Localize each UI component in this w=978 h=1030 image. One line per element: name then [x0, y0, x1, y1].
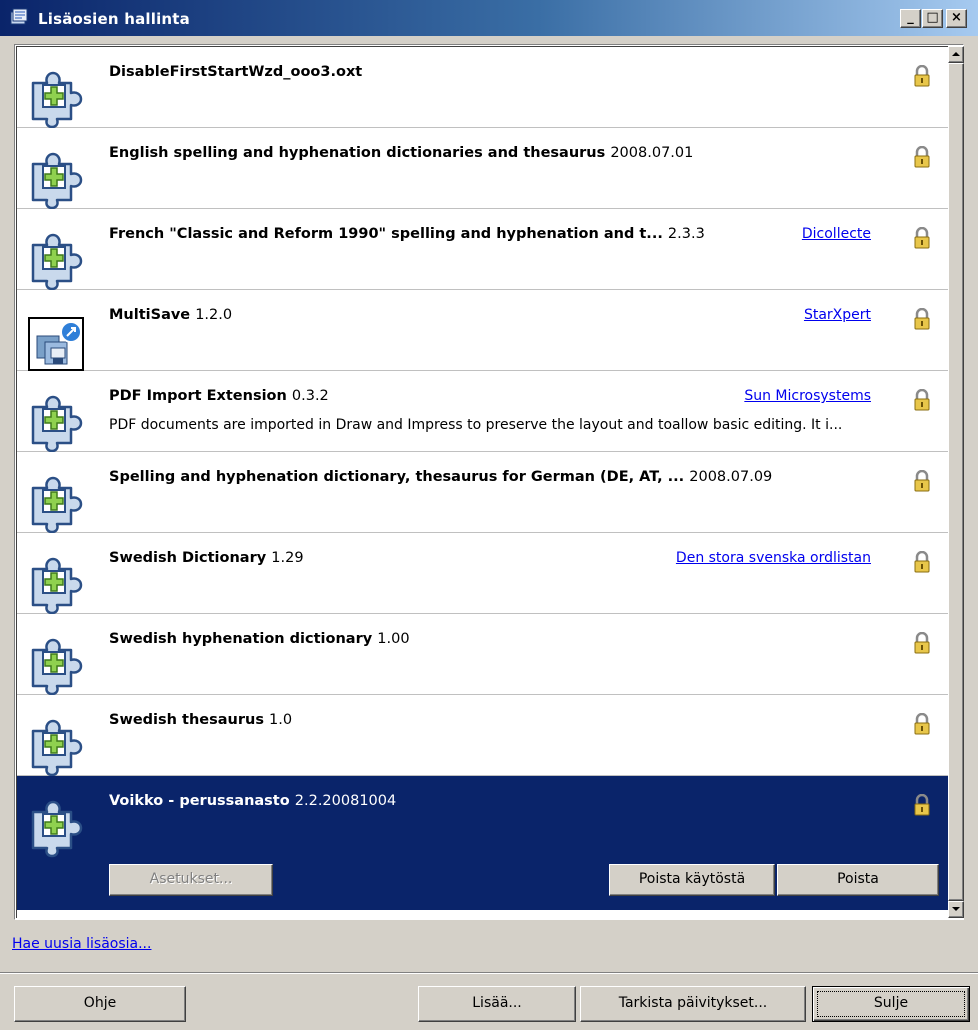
list-scrollbar[interactable] — [948, 46, 964, 918]
puzzle-icon — [27, 393, 87, 453]
extension-row[interactable]: Swedish Dictionary 1.29 Den stora svensk… — [17, 533, 948, 615]
lock-icon — [913, 64, 931, 87]
scroll-up-button[interactable] — [948, 46, 964, 63]
extension-row[interactable]: DisableFirstStartWzd_ooo3.oxt — [17, 47, 948, 129]
extension-name: French "Classic and Reform 1990" spellin… — [109, 226, 663, 242]
lock-icon — [913, 226, 931, 249]
close-button[interactable]: Sulje — [812, 986, 970, 1022]
lock-icon — [913, 631, 931, 654]
disable-button[interactable]: Poista käytöstä — [609, 864, 775, 896]
extension-version: 2008.07.09 — [689, 469, 773, 485]
extension-list[interactable]: DisableFirstStartWzd_ooo3.oxt English sp… — [14, 44, 964, 920]
app-icon — [10, 8, 28, 25]
extension-version: 1.0 — [269, 712, 293, 728]
extension-name: Swedish thesaurus — [109, 712, 264, 728]
arrow-down-icon — [952, 907, 960, 911]
disable-button-label: Poista käytöstä — [638, 871, 746, 887]
puzzle-icon — [27, 474, 87, 534]
help-button-label: Ohje — [83, 995, 117, 1011]
extension-name: English spelling and hyphenation diction… — [109, 145, 606, 161]
remove-button-label: Poista — [837, 871, 879, 887]
extension-row[interactable]: English spelling and hyphenation diction… — [17, 128, 948, 210]
puzzle-icon — [27, 69, 87, 129]
extension-row[interactable]: PDF Import Extension 0.3.2 Sun Microsyst… — [17, 371, 948, 453]
lock-icon — [913, 145, 931, 168]
extension-version: 2008.07.01 — [610, 145, 694, 161]
publisher-link[interactable]: StarXpert — [804, 307, 871, 323]
extension-version: 0.3.2 — [291, 388, 329, 404]
extension-name: Voikko - perussanasto — [109, 793, 290, 809]
remove-button[interactable]: Poista — [777, 864, 939, 896]
puzzle-icon — [27, 150, 87, 210]
extension-version: 1.29 — [271, 550, 304, 566]
publisher-link[interactable]: Den stora svenska ordlistan — [676, 550, 871, 566]
check-updates-button-label: Tarkista päivitykset... — [618, 995, 768, 1011]
extension-row[interactable]: MultiSave 1.2.0 StarXpert — [17, 290, 948, 371]
extension-version: 2.3.3 — [667, 226, 705, 242]
close-window-button[interactable]: × — [946, 9, 967, 28]
separator — [0, 972, 978, 974]
extension-list-viewport: DisableFirstStartWzd_ooo3.oxt English sp… — [16, 46, 948, 918]
extension-name: MultiSave — [109, 307, 191, 323]
scroll-down-button[interactable] — [948, 901, 964, 918]
extension-name: DisableFirstStartWzd_ooo3.oxt — [109, 64, 363, 80]
publisher-link[interactable]: Dicollecte — [802, 226, 871, 242]
options-button[interactable]: Asetukset... — [109, 864, 273, 896]
maximize-button[interactable]: □ — [922, 9, 943, 28]
extension-row[interactable]: French "Classic and Reform 1990" spellin… — [17, 209, 948, 291]
extension-version: 1.00 — [377, 631, 410, 647]
title-bar[interactable]: Lisäosien hallinta _ □ × — [0, 0, 978, 36]
extension-row-selected[interactable]: Voikko - perussanasto 2.2.20081004 Asetu… — [17, 776, 948, 910]
extension-name: Swedish Dictionary — [109, 550, 267, 566]
extension-name: PDF Import Extension — [109, 388, 287, 404]
puzzle-icon — [27, 636, 87, 696]
extension-name: Spelling and hyphenation dictionary, the… — [109, 469, 685, 485]
window-title: Lisäosien hallinta — [38, 10, 190, 28]
extension-description: PDF documents are imported in Draw and I… — [109, 417, 843, 433]
extension-name: Swedish hyphenation dictionary — [109, 631, 373, 647]
publisher-link[interactable]: Sun Microsystems — [744, 388, 871, 404]
get-more-extensions-link[interactable]: Hae uusia lisäosia... — [12, 936, 151, 952]
minimize-button[interactable]: _ — [900, 9, 921, 28]
add-button[interactable]: Lisää... — [418, 986, 576, 1022]
scroll-thumb[interactable] — [948, 63, 964, 901]
check-updates-button[interactable]: Tarkista päivitykset... — [580, 986, 806, 1022]
arrow-up-icon — [952, 52, 960, 56]
lock-icon — [913, 388, 931, 411]
puzzle-icon — [27, 798, 87, 858]
extension-version: 2.2.20081004 — [294, 793, 397, 809]
puzzle-icon — [27, 555, 87, 615]
lock-icon — [913, 550, 931, 573]
multisave-icon — [27, 312, 87, 372]
extension-row[interactable]: Swedish hyphenation dictionary 1.00 — [17, 614, 948, 696]
puzzle-icon — [27, 717, 87, 777]
lock-icon — [913, 712, 931, 735]
help-button[interactable]: Ohje — [14, 986, 186, 1022]
add-button-label: Lisää... — [472, 995, 522, 1011]
extension-version: 1.2.0 — [195, 307, 233, 323]
lock-icon — [913, 793, 931, 816]
puzzle-icon — [27, 231, 87, 291]
focus-ring — [817, 991, 965, 1017]
extension-row[interactable]: Spelling and hyphenation dictionary, the… — [17, 452, 948, 534]
extension-row[interactable]: Swedish thesaurus 1.0 — [17, 695, 948, 777]
lock-icon — [913, 307, 931, 330]
lock-icon — [913, 469, 931, 492]
